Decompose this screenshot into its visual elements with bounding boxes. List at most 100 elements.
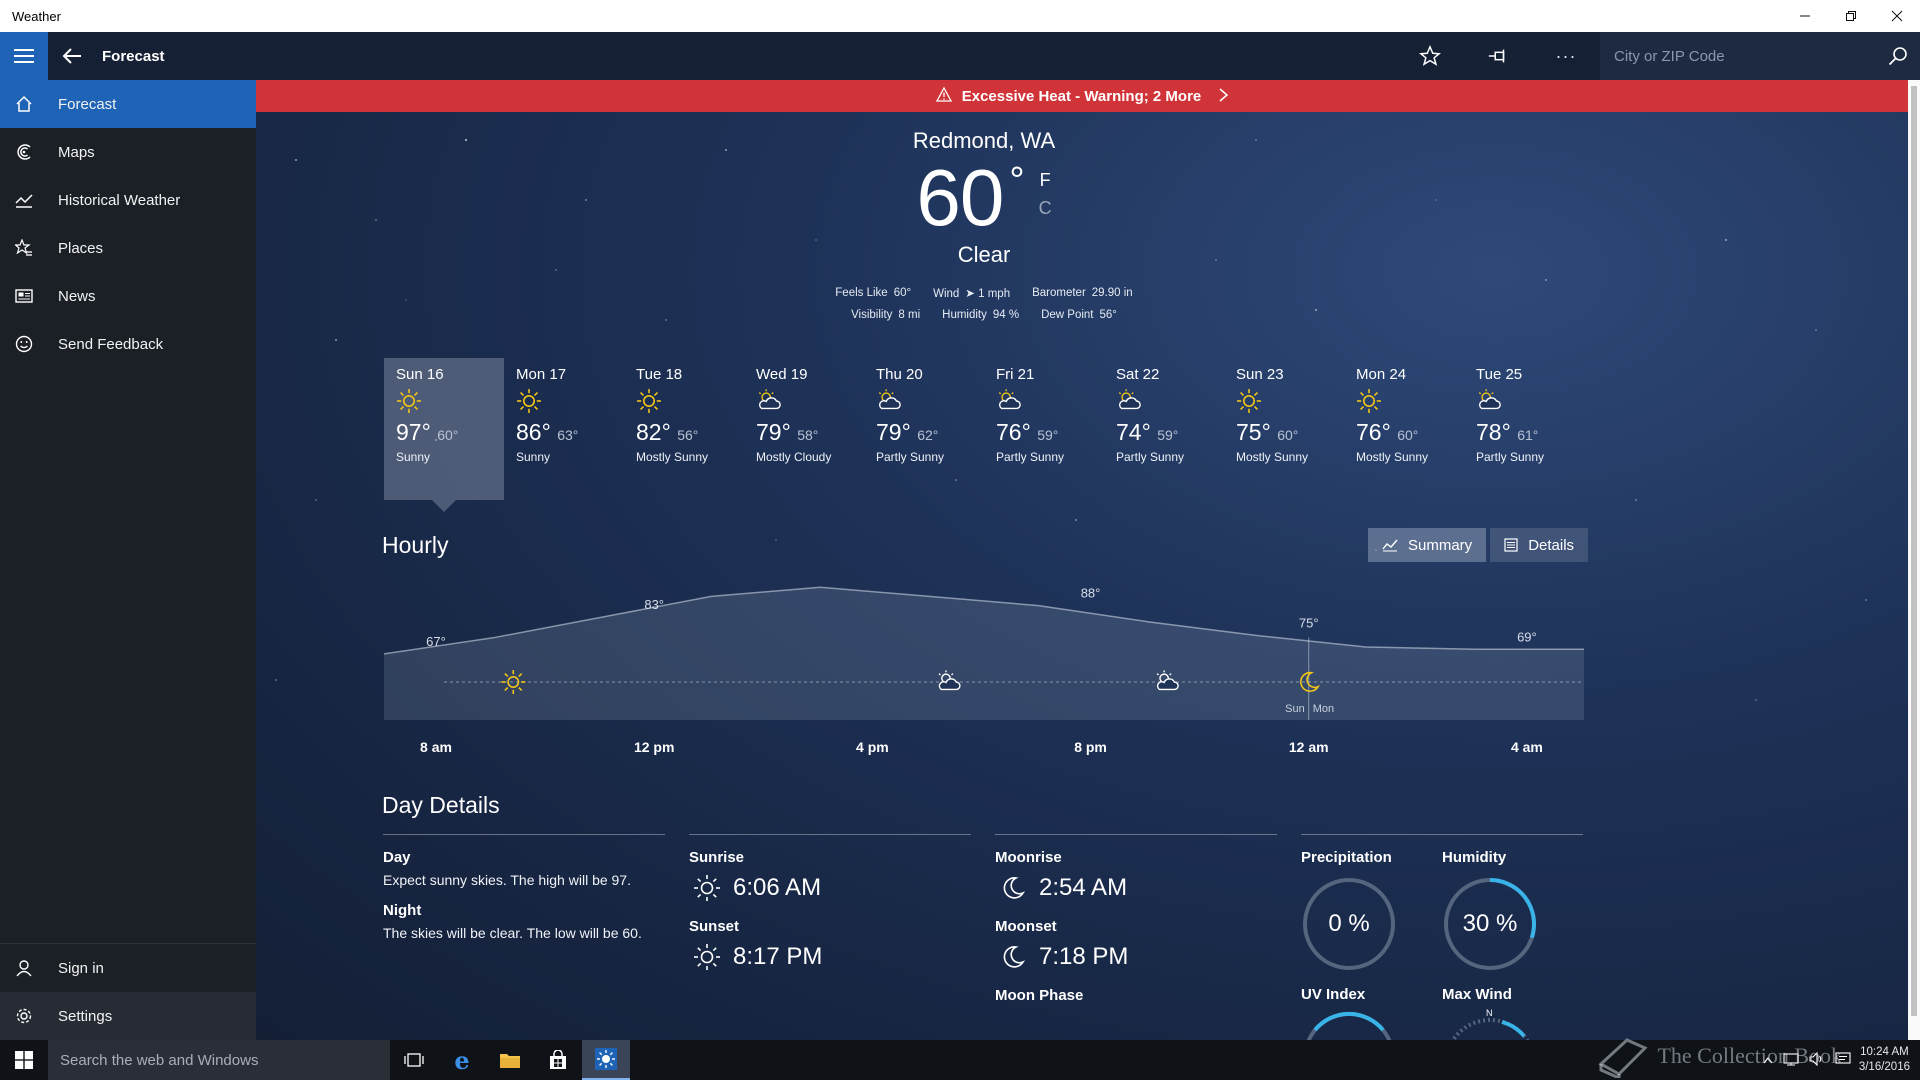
start-button[interactable] (0, 1040, 48, 1080)
taskbar-weather-app[interactable] (582, 1040, 630, 1080)
day-condition: Mostly Sunny (1236, 450, 1309, 464)
sidebar-item-places[interactable]: Places (0, 224, 256, 272)
sidebar-item-label: Forecast (58, 95, 117, 113)
current-condition: Clear (957, 242, 1011, 267)
pin-button[interactable] (1464, 32, 1532, 80)
day-temps: 97° 60° (396, 419, 492, 446)
sun-times: Sunrise 6:06 AM Sunset 8:17 PM (689, 834, 971, 971)
day-name: Sun 23 (1236, 366, 1284, 383)
city-search-input[interactable] (1614, 47, 1876, 65)
day-low: 60° (437, 427, 459, 443)
scrollbar-thumb[interactable] (1911, 86, 1917, 1016)
day-card[interactable]: Sun 16 97° 60° Sunny (384, 358, 504, 512)
minimize-button[interactable] (1782, 0, 1828, 32)
day-low: 59° (1157, 427, 1179, 443)
person-icon (0, 959, 48, 977)
sidebar-item-label: Send Feedback (58, 335, 164, 353)
close-button[interactable] (1874, 0, 1920, 32)
day-name: Mon 24 (1356, 366, 1407, 383)
page-title: Forecast (102, 47, 165, 65)
chart-icon (1382, 538, 1398, 552)
moonset-icon (995, 944, 1031, 970)
day-condition: Sunny (516, 450, 551, 464)
sidebar-item-historical-weather[interactable]: Historical Weather (0, 176, 256, 224)
day-name: Sun 16 (396, 366, 444, 383)
day-name: Wed 19 (756, 366, 808, 383)
day-temps: 79° 62° (876, 419, 972, 446)
taskbar-clock[interactable]: 10:24 AM 3/16/2016 (1859, 1045, 1910, 1075)
taskbar-edge[interactable]: e (438, 1040, 486, 1080)
day-high: 78° (1476, 419, 1511, 445)
sidebar-item-forecast[interactable]: Forecast (0, 80, 256, 128)
star-icon (1419, 45, 1441, 66)
day-card[interactable]: Mon 24 76° 60° Mostly Sunny (1344, 358, 1464, 500)
favorite-button[interactable] (1396, 32, 1464, 80)
day-card[interactable]: Thu 20 79° 62° Partly Sunny (864, 358, 984, 500)
day-low: 59° (1037, 427, 1059, 443)
sunrise-row: 6:06 AM (689, 874, 971, 902)
taskbar-store[interactable] (534, 1040, 582, 1080)
current-temperature: 60 (916, 153, 1004, 242)
main-content: Excessive Heat - Warning; 2 More Redmond… (256, 80, 1908, 1040)
task-view-icon (404, 1053, 424, 1067)
precipitation-ring: 0 % (1301, 876, 1397, 972)
sidebar-item-label: Historical Weather (58, 191, 181, 209)
feels-like-detail: Feels Like 60° (835, 287, 912, 299)
sunset-label: Sunset (689, 918, 740, 935)
day-card[interactable]: Tue 25 78° 61° Partly Sunny (1464, 358, 1584, 500)
more-options-button[interactable]: ··· (1532, 32, 1600, 80)
search-button[interactable] (1876, 32, 1920, 80)
sidebar-item-maps[interactable]: Maps (0, 128, 256, 176)
back-button[interactable] (48, 32, 96, 80)
sidebar-item-label: Settings (58, 1007, 113, 1025)
day-name: Mon 17 (516, 366, 567, 383)
taskbar-file-explorer[interactable] (486, 1040, 534, 1080)
location-name: Redmond, WA (912, 128, 1056, 153)
weather-alert-banner[interactable]: Excessive Heat - Warning; 2 More (256, 80, 1908, 112)
hourly-tick-label: 8 pm (1074, 739, 1107, 755)
day-card[interactable]: Sat 22 74° 59° Partly Sunny (1104, 358, 1224, 500)
warning-icon (935, 86, 952, 106)
sunrise-label: Sunrise (689, 849, 745, 866)
fahrenheit-toggle[interactable]: F (1039, 166, 1052, 194)
back-arrow-icon (62, 48, 81, 64)
details-row: Visibility 8 mi Humidity 94 % Dew Point 56° (256, 304, 1712, 326)
window-title: Weather (12, 8, 61, 24)
day-high: 75° (1236, 419, 1271, 445)
hourly-temp-label: 75° (1299, 616, 1319, 631)
day-card[interactable]: Tue 18 82° 56° Mostly Sunny (624, 358, 744, 500)
news-icon (0, 287, 48, 305)
task-view-button[interactable] (390, 1040, 438, 1080)
moonset-row: 7:18 PM (995, 943, 1277, 971)
night-text: The skies will be clear. The low will be… (383, 925, 642, 941)
day-card[interactable]: Fri 21 76° 59° Partly Sunny (984, 358, 1104, 500)
day-condition: Partly Sunny (996, 450, 1065, 464)
humidity-label: Humidity (1442, 849, 1507, 866)
partly-cloudy-icon (1476, 385, 1572, 417)
search-icon (1888, 47, 1907, 66)
day-details-title: Day Details (382, 792, 500, 818)
clock-date: 3/16/2016 (1858, 1061, 1910, 1073)
vertical-scrollbar[interactable] (1908, 80, 1920, 1040)
sidebar-item-news[interactable]: News (0, 272, 256, 320)
sidebar-item-send-feedback[interactable]: Send Feedback (0, 320, 256, 368)
day-high: 76° (1356, 419, 1391, 445)
partly-cloudy-icon (996, 385, 1092, 417)
sidebar-item-sign-in[interactable]: Sign in (0, 944, 256, 992)
sun-icon (396, 385, 492, 417)
sunset-row: 8:17 PM (689, 943, 971, 971)
details-button[interactable]: Details (1490, 528, 1589, 562)
restore-button[interactable] (1828, 0, 1874, 32)
taskbar-search-input[interactable] (60, 1051, 390, 1069)
day-card[interactable]: Sun 23 75° 60° Mostly Sunny (1224, 358, 1344, 500)
day-card[interactable]: Mon 17 86° 63° Sunny (504, 358, 624, 500)
summary-button[interactable]: Summary (1368, 528, 1487, 562)
sidebar-item-settings[interactable]: Settings (0, 992, 256, 1040)
search-box (1600, 32, 1920, 80)
celsius-toggle[interactable]: C (1039, 194, 1052, 222)
day-card[interactable]: Wed 19 79° 58° Mostly Cloudy (744, 358, 864, 500)
hamburger-menu-button[interactable] (0, 32, 48, 80)
day-text: Expect sunny skies. The high will be 97. (383, 872, 631, 888)
store-bag-icon (550, 1050, 566, 1069)
day-condition: Mostly Cloudy (756, 450, 832, 464)
